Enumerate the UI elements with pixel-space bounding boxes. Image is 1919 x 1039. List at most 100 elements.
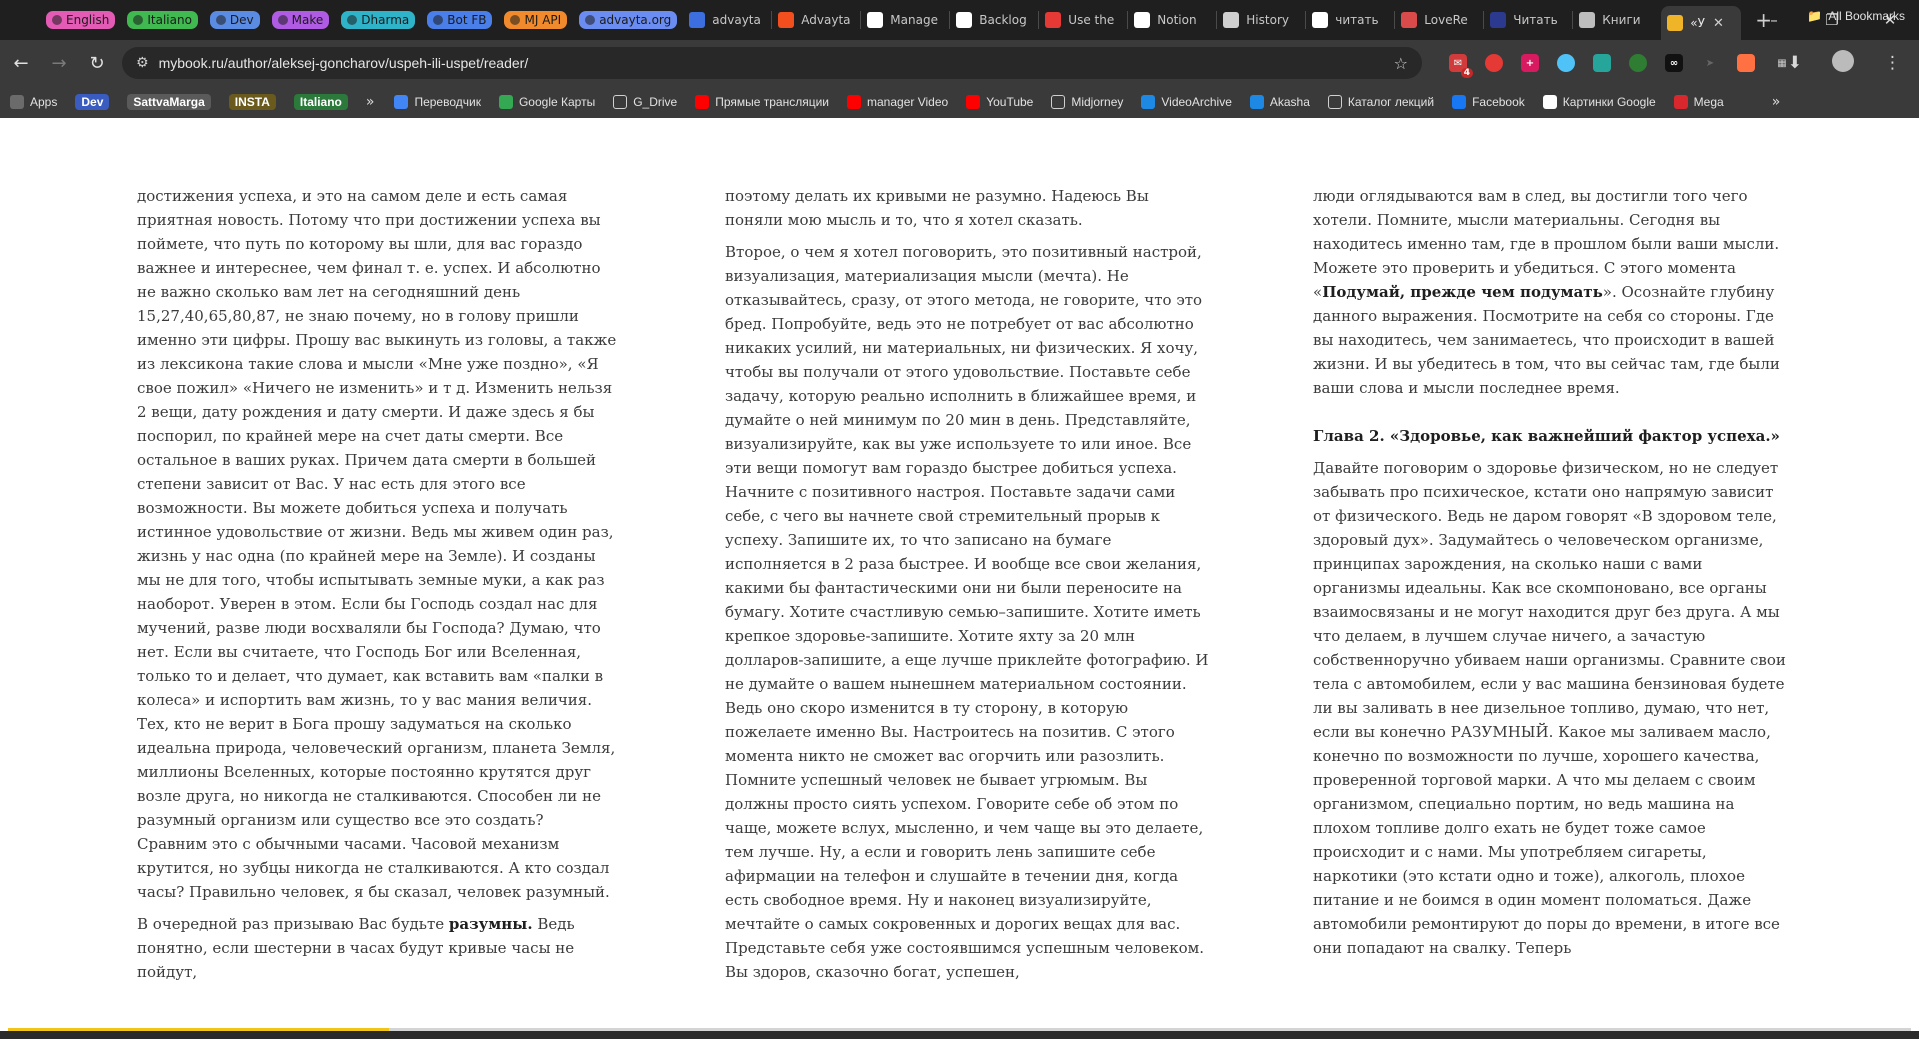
browser-tab[interactable]: Notion	[1128, 5, 1216, 35]
tab-title: advayta	[712, 13, 761, 27]
bookmark-label: Каталог лекций	[1347, 95, 1435, 109]
bookmark-folder-tag[interactable]: SattvaMarga	[127, 94, 211, 110]
youtube-icon	[847, 95, 862, 109]
back-button[interactable]: ←	[4, 46, 38, 80]
add-extension-icon[interactable]: +	[1521, 54, 1539, 72]
download-icon[interactable]: ⬇	[1788, 53, 1802, 73]
paragraph: люди оглядываются вам в след, вы достигл…	[1313, 187, 1780, 397]
mega-icon	[1673, 95, 1688, 109]
browser-tab[interactable]: Italiano	[121, 5, 204, 35]
browser-tab[interactable]: Книги	[1573, 5, 1661, 35]
browser-tab[interactable]: LoveRe	[1395, 5, 1483, 35]
menu-icon[interactable]: ⋮	[1884, 53, 1901, 73]
profile-avatar[interactable]	[1822, 49, 1864, 77]
paragraph: достижения успеха, и это на самом деле и…	[137, 187, 617, 901]
address-bar[interactable]: ⚙ mybook.ru/author/aleksej-goncharov/usp…	[122, 47, 1422, 79]
bookmark-item[interactable]: Каталог лекций	[1327, 95, 1435, 109]
page-icon	[689, 12, 706, 28]
tab-group-icon	[510, 15, 521, 25]
browser-tab[interactable]: Bot FB	[421, 5, 498, 35]
bookmark-item[interactable]: YouTube	[966, 95, 1033, 109]
browser-tab[interactable]: Dev	[204, 5, 266, 35]
glasses-extension-icon[interactable]: ∞	[1665, 54, 1683, 72]
app-icon	[1045, 12, 1062, 28]
browser-tab[interactable]: English	[40, 5, 121, 35]
paragraph: Второе, о чем я хотел поговорить, это по…	[725, 243, 1209, 981]
forward-button[interactable]: →	[42, 46, 76, 80]
bookmark-item[interactable]: Mega	[1673, 95, 1724, 109]
folder-icon: 📁	[1807, 9, 1823, 23]
browser-tab[interactable]: Backlog	[950, 5, 1038, 35]
reload-button[interactable]: ↻	[80, 46, 114, 80]
bookmark-star-icon[interactable]: ☆	[1394, 54, 1408, 73]
browser-tab[interactable]: Use the	[1039, 5, 1127, 35]
bottom-strip	[0, 1031, 1919, 1039]
color-extension-icon[interactable]	[1737, 54, 1755, 72]
more-bookmarks-icon[interactable]: »	[1772, 94, 1781, 110]
bookmark-label: Переводчик	[414, 95, 481, 109]
bookmark-item[interactable]: VideoArchive	[1141, 95, 1232, 109]
bookmark-item[interactable]: Midjorney	[1051, 95, 1123, 109]
notion-icon	[1134, 12, 1151, 28]
browser-tab[interactable]: advayta.org	[573, 5, 683, 35]
bookmarks-bar: Apps Dev SattvaMarga INSTA Italiano » Переводч…	[0, 86, 1919, 118]
browser-tab[interactable]: History	[1217, 5, 1305, 35]
openai-extension-icon[interactable]	[1557, 54, 1575, 72]
bookmark-label: Картинки Google	[1562, 95, 1656, 109]
bookmark-item[interactable]: manager Video	[847, 95, 948, 109]
mail-extension-icon[interactable]: ✉ 4	[1449, 54, 1473, 78]
minimize-icon[interactable]: –	[1745, 11, 1803, 29]
bookmark-item[interactable]: Facebook	[1452, 95, 1525, 109]
browser-tab[interactable]: MJ API	[498, 5, 573, 35]
tab-group-icon	[133, 15, 144, 25]
all-bookmarks[interactable]: 📁 All Bookmarks	[1807, 0, 1905, 32]
close-tab-icon[interactable]: ✕	[1713, 16, 1724, 31]
bookmark-folder-tag[interactable]: Dev	[75, 94, 110, 110]
bookmark-folder-tag[interactable]: Italiano	[293, 94, 348, 110]
browser-tab[interactable]: advayta	[683, 5, 771, 35]
bookmark-item[interactable]: Akasha	[1249, 95, 1310, 109]
tab-title: Manage	[890, 13, 938, 27]
bookmark-item[interactable]: G_Drive	[613, 95, 677, 109]
tab-title: Backlog	[979, 13, 1027, 27]
record-extension-icon[interactable]	[1485, 54, 1503, 72]
browser-tab[interactable]: «У ✕	[1661, 6, 1742, 40]
browser-tab[interactable]: Make	[266, 5, 336, 35]
facebook-icon	[1452, 95, 1467, 109]
browser-tab[interactable]: читать	[1306, 5, 1394, 35]
tab-title: Читать	[1513, 13, 1558, 27]
browser-tab[interactable]: Читать	[1484, 5, 1572, 35]
bookmark-folder-tag[interactable]: INSTA	[228, 94, 276, 110]
tab-title: Bot FB	[427, 11, 493, 29]
bookmark-item[interactable]: Картинки Google	[1542, 95, 1656, 109]
bookmark-item[interactable]: Google Карты	[498, 95, 596, 109]
paragraph: В очередной раз призываю Вас будьте разу…	[137, 915, 575, 981]
browser-tab[interactable]: Advayta	[772, 5, 860, 35]
paragraph: поэтому делать их кривыми не разумно. На…	[725, 187, 1149, 229]
tab-title: LoveRe	[1424, 13, 1468, 27]
browser-tab[interactable]: Dharma	[335, 5, 421, 35]
maps-icon	[498, 95, 513, 109]
github-icon	[867, 12, 884, 28]
akasha-icon	[1249, 95, 1264, 109]
bookmark-tag-label: Dev	[75, 94, 110, 110]
tab-title: читать	[1335, 13, 1379, 27]
bookmark-item[interactable]: Прямые трансляции	[695, 95, 829, 109]
image-extension-icon[interactable]	[1593, 54, 1611, 72]
site-info-icon[interactable]: ⚙	[136, 55, 149, 71]
browser-tab[interactable]: Manage	[861, 5, 949, 35]
tab-title: advayta.org	[579, 11, 678, 29]
reader-column-2: поэтому делать их кривыми не разумно. На…	[725, 184, 1210, 992]
url-text[interactable]: mybook.ru/author/aleksej-goncharov/uspeh…	[159, 55, 529, 71]
github-icon	[956, 12, 973, 28]
bookmark-label: Akasha	[1269, 95, 1310, 109]
bookmark-item[interactable]: Переводчик	[394, 95, 481, 109]
bookmark-label: Facebook	[1472, 95, 1525, 109]
bookmark-label: Google Карты	[518, 95, 596, 109]
arrow-extension-icon[interactable]: ➤	[1701, 54, 1719, 72]
more-bookmarks-icon[interactable]: »	[366, 94, 375, 110]
google-icon	[1312, 12, 1329, 28]
bookmark-label: G_Drive	[633, 95, 678, 109]
bookmark-item[interactable]: Apps	[10, 95, 57, 109]
grammar-extension-icon[interactable]	[1629, 54, 1647, 72]
